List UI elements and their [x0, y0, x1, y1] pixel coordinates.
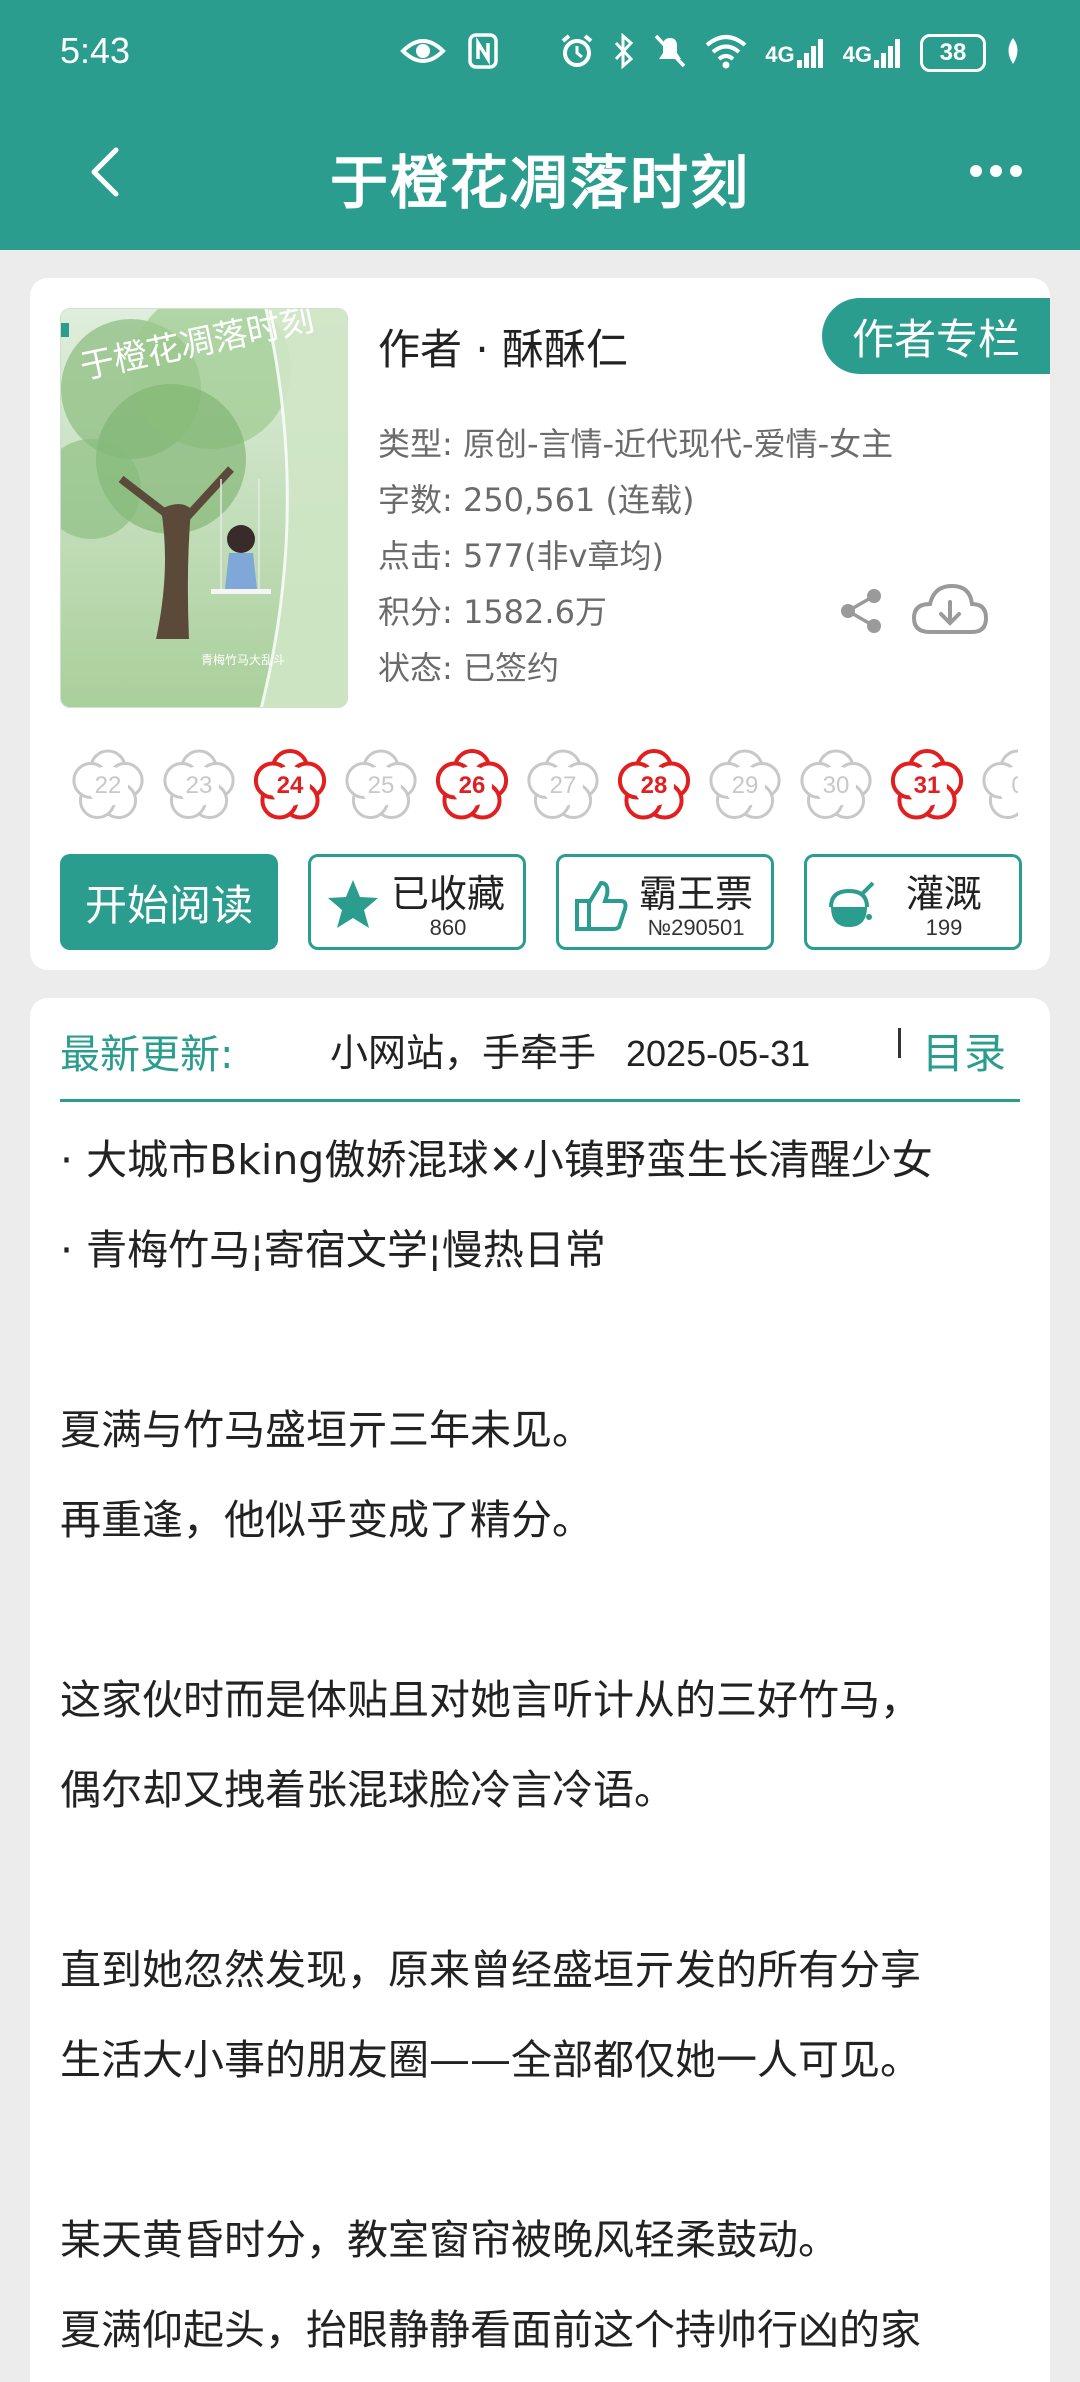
- info-status: 状态: 已签约: [378, 649, 559, 687]
- flower-day[interactable]: 29: [705, 744, 785, 824]
- flower-day[interactable]: 26: [432, 744, 512, 824]
- flower-day[interactable]: 0: [978, 744, 1018, 824]
- download-button[interactable]: [910, 578, 990, 642]
- battery-indicator: 38: [920, 34, 986, 72]
- action-row: 开始阅读 已收藏 860 霸王票 №290501 灌溉 199: [60, 854, 1022, 950]
- page-title: 于橙花凋落时刻: [329, 149, 750, 217]
- synopsis-line: 再重逢，他似乎变成了精分。: [60, 1496, 593, 1544]
- flower-day[interactable]: 24: [250, 744, 330, 824]
- flower-day[interactable]: 22: [68, 744, 148, 824]
- flower-day-number: 22: [94, 772, 122, 799]
- share-icon: [841, 589, 881, 633]
- signal-icon-1: 4G: [765, 38, 824, 68]
- more-button[interactable]: [966, 156, 1026, 186]
- bluetooth-icon: [613, 32, 635, 73]
- star-icon: [328, 880, 378, 928]
- more-dots-icon: [970, 165, 1022, 177]
- favorite-count: 860: [429, 915, 467, 940]
- toc-button[interactable]: 目录: [922, 1020, 1006, 1081]
- synopsis-line: · 大城市Bking傲娇混球✕小镇野蛮生长清醒少女: [60, 1136, 933, 1184]
- flower-day-number: 25: [367, 772, 395, 799]
- info-genre: 类型: 原创-言情-近代现代-爱情-女主: [378, 425, 894, 463]
- flower-day[interactable]: 27: [523, 744, 603, 824]
- cover-tagline: 青梅竹马大乱斗: [201, 652, 285, 667]
- flower-calendar: 22 23 24 25 26 27 28 29 30 31 0: [68, 744, 1018, 828]
- nutrient-label: 灌溉: [905, 872, 982, 916]
- signal-label-1: 4G: [765, 42, 795, 67]
- flower-day-number: 23: [185, 772, 213, 799]
- flower-day[interactable]: 28: [614, 744, 694, 824]
- latest-update-date: 2025-05-31: [626, 1033, 811, 1074]
- synopsis-line: 这家伙时而是体贴且对她言听计从的三好竹马，: [60, 1676, 921, 1724]
- book-info-list: 类型: 原创-言情-近代现代-爱情-女主 字数: 250,561 (连载) 点击…: [378, 416, 893, 696]
- author-column-button[interactable]: 作者专栏: [822, 298, 1050, 374]
- synopsis-line: · 青梅竹马¦寄宿文学¦慢热日常: [60, 1226, 606, 1274]
- flower-day-number: 24: [276, 772, 304, 799]
- cover-illustration: 于橙花凋落时刻 青梅竹马大乱斗: [61, 309, 347, 707]
- synopsis-line: 直到她忽然发现，原来曾经盛垣亓发的所有分享: [60, 1946, 921, 1994]
- author-name[interactable]: 作者 · 酥酥仁: [378, 316, 628, 377]
- signal-label-2: 4G: [842, 42, 872, 67]
- wifi-icon: [705, 33, 747, 73]
- flower-day-number: 0: [1011, 772, 1018, 799]
- flower-day[interactable]: 31: [887, 744, 967, 824]
- divider: [898, 1028, 901, 1058]
- app-header: 5:43 4G 4G 38 于橙花凋落时刻: [0, 0, 1080, 250]
- latest-chapter-marquee[interactable]: 小网站，手牵手 2025-05-31: [330, 1022, 900, 1078]
- favorite-button[interactable]: 已收藏 860: [308, 854, 526, 950]
- flower-day[interactable]: 23: [159, 744, 239, 824]
- latest-update-label: 最新更新:: [60, 1032, 234, 1078]
- start-reading-button[interactable]: 开始阅读: [60, 854, 278, 950]
- synopsis-line: 某天黄昏时分，教室窗帘被晚风轻柔鼓动。: [60, 2216, 839, 2264]
- ticket-button[interactable]: 霸王票 №290501: [556, 854, 774, 950]
- status-icons-left: [400, 28, 498, 78]
- flower-day-number: 28: [640, 772, 668, 799]
- flower-day-number: 26: [458, 772, 486, 799]
- signal-icon-2: 4G: [843, 38, 902, 68]
- synopsis-line: 夏满仰起头，抬眼静静看面前这个持帅行凶的家: [60, 2306, 921, 2354]
- info-score: 积分: 1582.6万: [378, 593, 607, 631]
- flower-day-number: 27: [549, 772, 577, 799]
- nutrient-button[interactable]: 灌溉 199: [804, 854, 1022, 950]
- flower-day[interactable]: 30: [796, 744, 876, 824]
- flower-day[interactable]: 25: [341, 744, 421, 824]
- thumbs-up-icon: [575, 880, 628, 931]
- share-button[interactable]: [836, 586, 886, 636]
- favorite-label: 已收藏: [390, 872, 505, 916]
- nutrient-count: 199: [925, 915, 963, 940]
- mute-icon: [653, 33, 687, 73]
- flower-day-number: 31: [913, 772, 941, 799]
- leaf-icon: [1004, 36, 1022, 70]
- cloud-download-icon: [911, 583, 989, 634]
- eye-icon: [400, 36, 446, 70]
- nfc-icon: [468, 33, 498, 73]
- status-icons-right: 4G 4G 38: [559, 28, 1022, 78]
- synopsis-card: 最新更新: 小网站，手牵手 2025-05-31 目录 · 大城市Bking傲娇混…: [30, 998, 1050, 2382]
- book-cover[interactable]: 于橙花凋落时刻 青梅竹马大乱斗: [60, 308, 348, 708]
- ticket-label: 霸王票: [638, 872, 753, 916]
- watering-bottle-icon: [829, 881, 875, 927]
- synopsis-line: 生活大小事的朋友圈——全部都仅她一人可见。: [60, 2036, 921, 2084]
- status-bar: 5:43 4G 4G 38: [0, 0, 1080, 110]
- synopsis-line: 夏满与竹马盛垣亓三年未见。: [60, 1406, 593, 1454]
- info-word-count: 字数: 250,561 (连载): [378, 481, 695, 519]
- book-info-card: 于橙花凋落时刻 青梅竹马大乱斗 作者专栏 作者 · 酥酥仁 类型: 原创-言情-…: [30, 278, 1050, 970]
- ticket-count: №290501: [647, 915, 745, 940]
- latest-chapter-title: 小网站，手牵手: [330, 1031, 597, 1075]
- info-clicks: 点击: 577(非v章均): [378, 537, 664, 575]
- status-time: 5:43: [60, 30, 131, 71]
- flower-day-number: 29: [731, 772, 759, 799]
- latest-update-bar[interactable]: 最新更新: 小网站，手牵手 2025-05-31 目录: [60, 998, 1020, 1102]
- nav-bar: 于橙花凋落时刻: [0, 120, 1080, 230]
- flower-day-number: 30: [822, 772, 850, 799]
- alarm-icon: [559, 33, 595, 73]
- synopsis-line: 偶尔却又拽着张混球脸冷言冷语。: [60, 1766, 675, 1814]
